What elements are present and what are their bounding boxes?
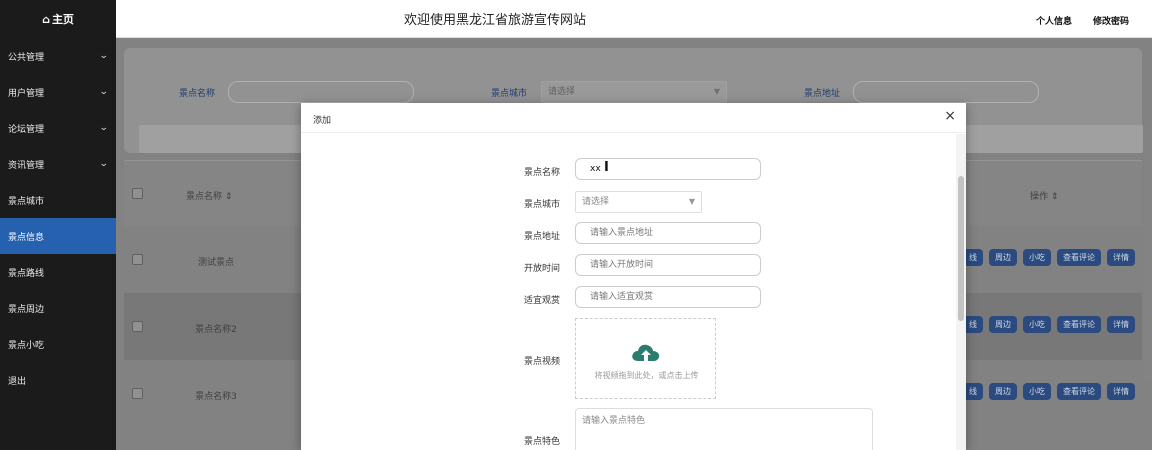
name-field[interactable]: xx bbox=[575, 158, 761, 180]
home-label: 主页 bbox=[51, 13, 74, 26]
sidebar: ⌂ 主页 公共管理 ⌄ 用户管理 ⌄ 论坛管理 ⌄ 资讯管理 ⌄ 景点城市景点信息景点路线景点周… bbox=[0, 0, 116, 450]
dialog-scrollbar[interactable] bbox=[956, 134, 966, 450]
sidebar-item-6[interactable]: 景点路线 bbox=[0, 254, 116, 290]
site-title: 欢迎使用黑龙江省旅游宣传网站 bbox=[404, 13, 587, 28]
open-time-field[interactable]: 请输入开放时间 bbox=[575, 254, 761, 276]
video-field-label: 景点视频 bbox=[523, 357, 560, 367]
city-select-placeholder: 请选择 bbox=[582, 197, 610, 207]
dialog-title: 添加 bbox=[313, 116, 332, 126]
sidebar-item-label: 景点路线 bbox=[8, 268, 45, 279]
name-field-label: 景点名称 bbox=[523, 168, 560, 178]
feature-field-label: 景点特色 bbox=[523, 437, 560, 447]
dialog-header: 添加 × bbox=[301, 103, 966, 133]
sidebar-item-3[interactable]: 资讯管理 ⌄ bbox=[0, 146, 116, 182]
sidebar-item-label: 景点小吃 bbox=[8, 340, 45, 351]
sidebar-item-2[interactable]: 论坛管理 ⌄ bbox=[0, 110, 116, 146]
profile-link[interactable]: 个人信息 bbox=[1036, 14, 1072, 27]
sidebar-item-label: 景点信息 bbox=[8, 232, 45, 243]
sidebar-item-1[interactable]: 用户管理 ⌄ bbox=[0, 74, 116, 110]
address-field[interactable]: 请输入景点地址 bbox=[575, 222, 761, 244]
upload-tip: 将视频拖到此处，或点击上传 bbox=[594, 371, 699, 380]
chevron-down-icon: ⌄ bbox=[99, 51, 110, 61]
season-field-label: 适宜观赏 bbox=[523, 296, 560, 306]
sidebar-item-4[interactable]: 景点城市 bbox=[0, 182, 116, 218]
sidebar-item-8[interactable]: 景点小吃 bbox=[0, 326, 116, 362]
sidebar-item-7[interactable]: 景点周边 bbox=[0, 290, 116, 326]
chevron-down-icon: ▼ bbox=[688, 197, 695, 206]
sidebar-item-label: 公共管理 bbox=[8, 52, 45, 63]
sidebar-item-label: 景点周边 bbox=[8, 304, 45, 315]
video-upload-area[interactable]: 将视频拖到此处，或点击上传 bbox=[575, 318, 716, 399]
change-password-link[interactable]: 修改密码 bbox=[1093, 14, 1129, 27]
home-icon: ⌂ bbox=[42, 12, 50, 26]
sidebar-item-label: 资讯管理 bbox=[8, 160, 45, 171]
sidebar-home[interactable]: ⌂ 主页 bbox=[0, 0, 116, 38]
cloud-upload-icon bbox=[632, 344, 660, 361]
city-field-label: 景点城市 bbox=[523, 200, 560, 210]
sidebar-item-label: 退出 bbox=[8, 376, 27, 387]
city-select[interactable]: 请选择 ▼ bbox=[575, 191, 702, 213]
sidebar-item-5[interactable]: 景点信息 bbox=[0, 218, 116, 254]
scrollbar-thumb[interactable] bbox=[958, 176, 964, 321]
sidebar-item-label: 景点城市 bbox=[8, 196, 45, 207]
season-field[interactable]: 请输入适宜观赏 bbox=[575, 286, 761, 308]
close-icon[interactable]: × bbox=[944, 109, 956, 123]
sidebar-item-0[interactable]: 公共管理 ⌄ bbox=[0, 38, 116, 74]
chevron-down-icon: ⌄ bbox=[99, 123, 110, 133]
chevron-down-icon: ⌄ bbox=[99, 159, 110, 169]
sidebar-item-label: 论坛管理 bbox=[8, 124, 45, 135]
feature-textarea[interactable]: 请输入景点特色 bbox=[575, 408, 873, 450]
address-field-label: 景点地址 bbox=[523, 232, 560, 242]
top-header: 欢迎使用黑龙江省旅游宣传网站 个人信息 修改密码 bbox=[116, 0, 1152, 38]
sidebar-item-9[interactable]: 退出 bbox=[0, 362, 116, 398]
text-cursor-icon: I bbox=[604, 160, 609, 175]
sidebar-item-label: 用户管理 bbox=[8, 88, 45, 99]
chevron-down-icon: ⌄ bbox=[99, 87, 110, 97]
open-time-field-label: 开放时间 bbox=[523, 264, 560, 274]
add-dialog: 添加 × 景点名称 xx I 景点城市 请选择 ▼ 景点地址 请输入景点地址 开… bbox=[301, 103, 966, 450]
